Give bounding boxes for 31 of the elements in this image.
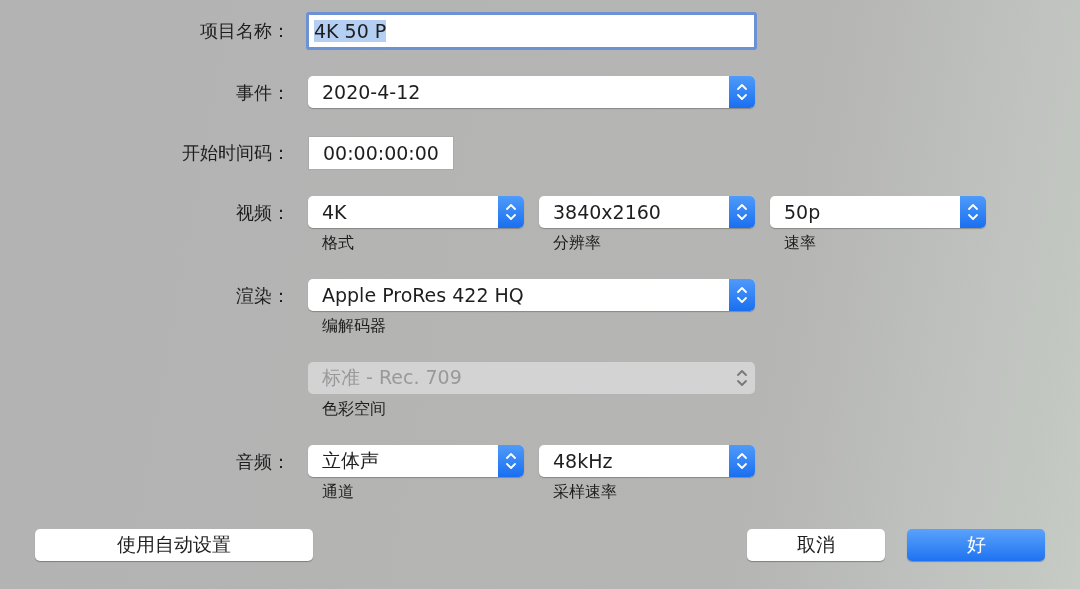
popup-menu[interactable]: 48kHz [539, 445, 755, 477]
popup-caption: 编解码器 [321, 316, 387, 336]
stepper-icon [498, 196, 524, 228]
stepper-icon [729, 445, 755, 477]
popup-caption: 色彩空间 [321, 399, 387, 419]
field-label: 开始时间码： [182, 142, 290, 163]
stepper-icon [960, 196, 986, 228]
popup-caption: 采样速率 [552, 482, 618, 502]
stepper-icon [729, 196, 755, 228]
popup-caption: 速率 [783, 233, 817, 253]
field-label: 项目名称： [200, 20, 290, 41]
popup-caption: 通道 [321, 482, 355, 502]
timecode-field[interactable]: 00:00:00:00 [308, 136, 454, 170]
popup-menu[interactable]: 2020-4-12 [308, 76, 755, 108]
field-label: 渲染： [236, 285, 290, 306]
field-label: 视频： [236, 202, 290, 223]
stepper-icon [729, 279, 755, 311]
field-label: 音频： [236, 451, 290, 472]
popup-menu[interactable]: 50p [770, 196, 986, 228]
popup-caption: 格式 [321, 233, 355, 253]
popup-menu[interactable]: Apple ProRes 422 HQ [308, 279, 755, 311]
auto-settings-button[interactable]: 使用自动设置 [35, 529, 313, 561]
project-name-field[interactable]: 4K 50 P [306, 12, 757, 50]
popup-menu[interactable]: 立体声 [308, 445, 524, 477]
stepper-icon [729, 76, 755, 108]
popup-menu[interactable]: 3840x2160 [539, 196, 755, 228]
popup-menu[interactable]: 4K [308, 196, 524, 228]
stepper-icon [498, 445, 524, 477]
field-label: 事件： [236, 82, 290, 103]
dialog-button[interactable]: 取消 [747, 529, 885, 561]
popup-caption: 分辨率 [552, 233, 602, 253]
